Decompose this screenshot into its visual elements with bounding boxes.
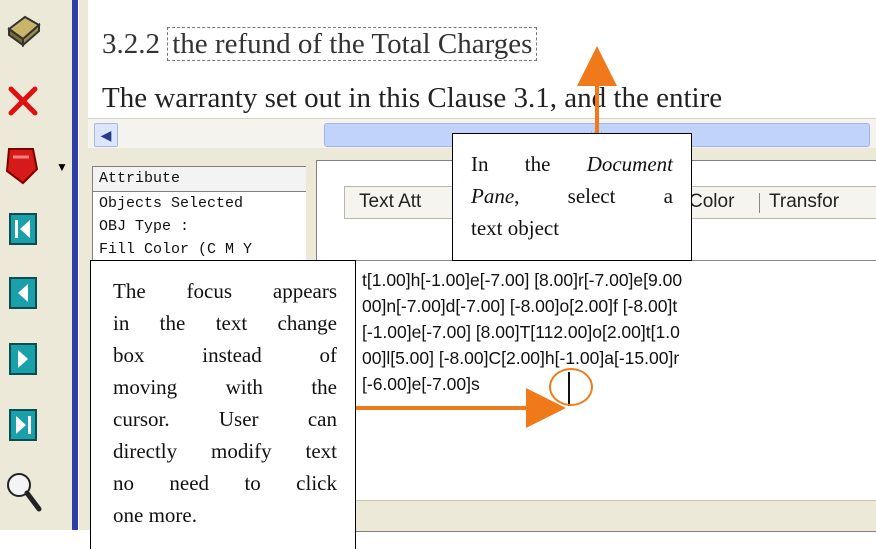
callout-line: Pane, select a bbox=[471, 180, 673, 212]
attribute-row[interactable]: Fill Color (C M Y bbox=[93, 238, 307, 261]
text-change-content[interactable]: t[1.00]h[-1.00]e[-7.00] [8.00]r[-7.00]e[… bbox=[362, 267, 682, 397]
tab-transform[interactable]: Transfor bbox=[769, 187, 839, 217]
callout-line: text object bbox=[471, 216, 560, 240]
callout-document-pane: In the Document Pane, select a text obje… bbox=[452, 133, 692, 261]
delete-icon[interactable] bbox=[0, 78, 46, 124]
tab-divider bbox=[759, 193, 760, 213]
callout-italic: Document bbox=[586, 152, 673, 176]
last-page-icon[interactable] bbox=[0, 402, 46, 448]
text-change-box[interactable]: t[1.00]h[-1.00]e[-7.00] [8.00]r[-7.00]e[… bbox=[356, 260, 876, 489]
flag-dropdown-icon[interactable] bbox=[0, 142, 46, 188]
callout-line: The focus appears bbox=[113, 279, 337, 303]
status-bar bbox=[356, 500, 876, 531]
heading-number: 3.2.2 bbox=[102, 28, 160, 60]
attribute-header: Attribute bbox=[93, 167, 307, 192]
attribute-row[interactable]: Objects Selected bbox=[93, 192, 307, 215]
next-page-icon[interactable] bbox=[0, 336, 46, 382]
selected-text-object[interactable]: the refund of the Total Charges bbox=[167, 27, 538, 61]
callout-text: In the bbox=[471, 152, 551, 176]
caret-highlight-circle bbox=[549, 368, 593, 406]
text-change-line: 00]n[-7.00]d[-7.00] [-8.00]o[2.00]f [-8.… bbox=[362, 296, 678, 316]
tab-color[interactable]: Color bbox=[689, 187, 734, 217]
callout-line: cursor. User can bbox=[113, 407, 337, 431]
first-page-icon[interactable] bbox=[0, 206, 46, 252]
tab-text-attribute[interactable]: Text Att bbox=[359, 187, 421, 217]
document-heading: 3.2.2 the refund of the Total Charges bbox=[102, 27, 538, 61]
text-change-line: [-6.00]e[-7.00]s bbox=[362, 374, 480, 394]
text-change-line: 00]l[5.00] [-8.00]C[2.00]h[-1.00]a[-15.0… bbox=[362, 348, 680, 368]
left-toolbar: ▼ bbox=[0, 0, 72, 530]
stamp-icon[interactable] bbox=[0, 6, 46, 52]
text-change-line: t[1.00]h[-1.00]e[-7.00] [8.00]r[-7.00]e[… bbox=[362, 270, 683, 290]
callout-focus: The focus appears in the text change box… bbox=[90, 260, 356, 549]
callout-text: , select a bbox=[514, 184, 673, 208]
callout-line: in the text change bbox=[113, 311, 337, 335]
text-change-line: [-1.00]e[-7.00] [8.00]T[112.00]o[2.00]t[… bbox=[362, 322, 680, 342]
callout-line: moving with the bbox=[113, 375, 337, 399]
callout-line: box instead of bbox=[113, 343, 337, 367]
callout-italic: Pane bbox=[471, 184, 515, 208]
attribute-row[interactable]: OBJ Type : bbox=[93, 215, 307, 238]
callout-line: In the Document bbox=[471, 148, 673, 180]
previous-page-icon[interactable] bbox=[0, 270, 46, 316]
callout-line: one more. bbox=[113, 503, 197, 527]
document-body-text: The warranty set out in this Clause 3.1,… bbox=[102, 82, 723, 114]
scroll-left-icon[interactable]: ◀ bbox=[94, 123, 118, 147]
callout-line: directly modify text bbox=[113, 439, 337, 463]
callout-line: no need to click bbox=[113, 471, 337, 495]
document-pane[interactable]: 3.2.2 the refund of the Total Charges Th… bbox=[88, 0, 876, 118]
zoom-icon[interactable] bbox=[0, 468, 46, 514]
chevron-down-icon[interactable]: ▼ bbox=[56, 160, 68, 174]
